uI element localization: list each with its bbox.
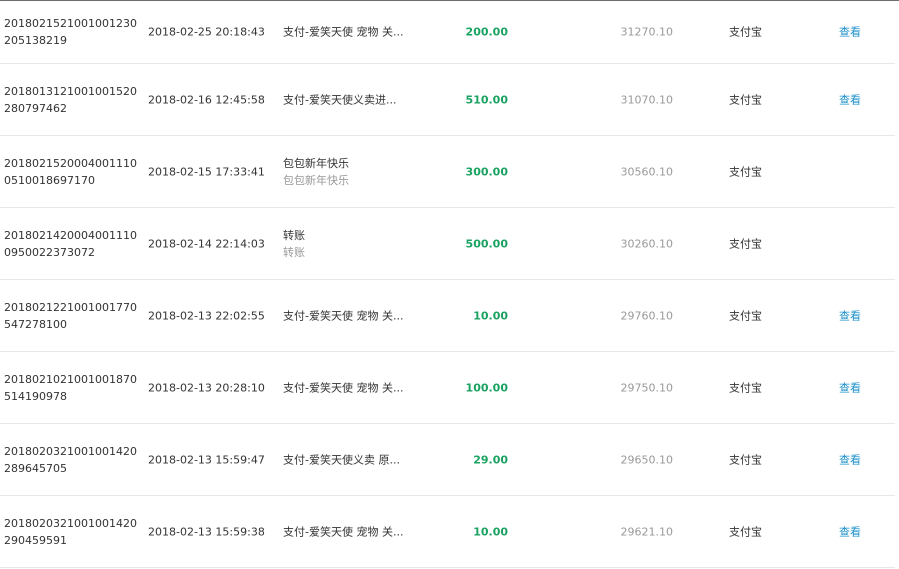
transaction-amount: 500.00	[465, 237, 508, 250]
transaction-time: 2018-02-15 17:33:41	[148, 165, 265, 178]
transaction-memo: 包包新年快乐	[283, 173, 349, 187]
transaction-balance: 30560.10	[620, 165, 674, 178]
transaction-id: 201802152000400111005100186971​70	[4, 156, 137, 187]
transaction-name: 支付-爱笑天使义卖进...	[283, 91, 396, 108]
transaction-channel: 支付宝	[729, 93, 762, 106]
transaction-channel: 支付宝	[729, 381, 762, 394]
transaction-name: 支付-爱笑天使 宠物 关...	[283, 307, 403, 324]
transaction-name-text: 支付-爱笑天使义卖进...	[283, 93, 397, 106]
transaction-time: 2018-02-13 15:59:47	[148, 453, 265, 466]
view-link[interactable]: 查看	[839, 91, 861, 108]
transaction-amount: 300.00	[465, 165, 508, 178]
transaction-amount: 200.00	[465, 25, 508, 38]
transaction-balance: 29650.10	[620, 453, 674, 466]
transaction-name: 包包新年快乐 包包新年快乐	[283, 155, 349, 189]
transaction-balance: 29621.10	[620, 525, 674, 538]
transaction-name-text: 转账	[283, 228, 305, 242]
transaction-id: 2018021221001001770547278100	[4, 300, 137, 331]
table-row: 2018021021001001870514190978 2018-02-13 …	[0, 352, 895, 424]
table-row: 2018021221001001770547278100 2018-02-13 …	[0, 280, 895, 352]
transaction-channel: 支付宝	[729, 453, 762, 466]
table-row: 2018021420004001110095002237​3072 2018-0…	[0, 208, 895, 280]
transaction-channel: 支付宝	[729, 25, 762, 38]
transaction-channel: 支付宝	[729, 309, 762, 322]
table-row: 2018020321001001420290459591 2018-02-13 …	[0, 496, 895, 568]
table-row: 201802152000400111005100186971​70 2018-0…	[0, 136, 895, 208]
table-row: 2018013121001001520280797462 2018-02-16 …	[0, 64, 895, 136]
transaction-name: 支付-爱笑天使 宠物 关...	[283, 23, 403, 40]
transaction-time: 2018-02-13 15:59:38	[148, 525, 265, 538]
view-link[interactable]: 查看	[839, 523, 861, 540]
transaction-time: 2018-02-16 12:45:58	[148, 93, 265, 106]
transaction-balance: 29750.10	[620, 381, 674, 394]
transaction-channel: 支付宝	[729, 237, 762, 250]
transaction-name-text: 支付-爱笑天使 宠物 关...	[283, 25, 404, 38]
transaction-amount: 10.00	[473, 309, 508, 322]
transaction-name-text: 支付-爱笑天使义卖 原...	[283, 453, 400, 466]
transaction-name-text: 支付-爱笑天使 宠物 关...	[283, 525, 404, 538]
transaction-balance: 31070.10	[620, 93, 674, 106]
transaction-amount: 100.00	[465, 381, 508, 394]
transaction-balance: 29760.10	[620, 309, 674, 322]
transaction-id: 2018021420004001110095002237​3072	[4, 228, 137, 259]
view-link[interactable]: 查看	[839, 379, 861, 396]
view-link[interactable]: 查看	[839, 307, 861, 324]
transaction-amount: 510.00	[465, 93, 508, 106]
transaction-id: 2018020321001001420289645705	[4, 444, 137, 475]
transaction-time: 2018-02-13 20:28:10	[148, 381, 265, 394]
transaction-id: 2018021521001001230205138219	[4, 16, 137, 47]
transaction-balance: 31270.10	[620, 25, 674, 38]
transaction-channel: 支付宝	[729, 525, 762, 538]
transaction-amount: 29.00	[473, 453, 508, 466]
transaction-name: 支付-爱笑天使 宠物 关...	[283, 523, 403, 540]
table-row: 2018020321001001420289645705 2018-02-13 …	[0, 424, 895, 496]
table-row: 2018021521001001230205138219 2018-02-25 …	[0, 0, 895, 64]
transaction-name-text: 支付-爱笑天使 宠物 关...	[283, 309, 404, 322]
transaction-amount: 10.00	[473, 525, 508, 538]
transaction-name-text: 包包新年快乐	[283, 156, 349, 170]
transaction-name: 支付-爱笑天使义卖 原...	[283, 451, 400, 468]
transaction-channel: 支付宝	[729, 165, 762, 178]
transaction-time: 2018-02-14 22:14:03	[148, 237, 265, 250]
transaction-balance: 30260.10	[620, 237, 674, 250]
transaction-id: 2018020321001001420290459591	[4, 516, 137, 547]
transaction-table: 2018021521001001230205138219 2018-02-25 …	[0, 0, 899, 568]
transaction-name-text: 支付-爱笑天使 宠物 关...	[283, 381, 404, 394]
transaction-time: 2018-02-25 20:18:43	[148, 25, 265, 38]
view-link[interactable]: 查看	[839, 23, 861, 40]
view-link[interactable]: 查看	[839, 451, 861, 468]
transaction-id: 2018013121001001520280797462	[4, 84, 137, 115]
transaction-memo: 转账	[283, 245, 305, 259]
transaction-name: 支付-爱笑天使 宠物 关...	[283, 379, 403, 396]
transaction-time: 2018-02-13 22:02:55	[148, 309, 265, 322]
transaction-name: 转账 转账	[283, 227, 305, 261]
transaction-id: 2018021021001001870514190978	[4, 372, 137, 403]
